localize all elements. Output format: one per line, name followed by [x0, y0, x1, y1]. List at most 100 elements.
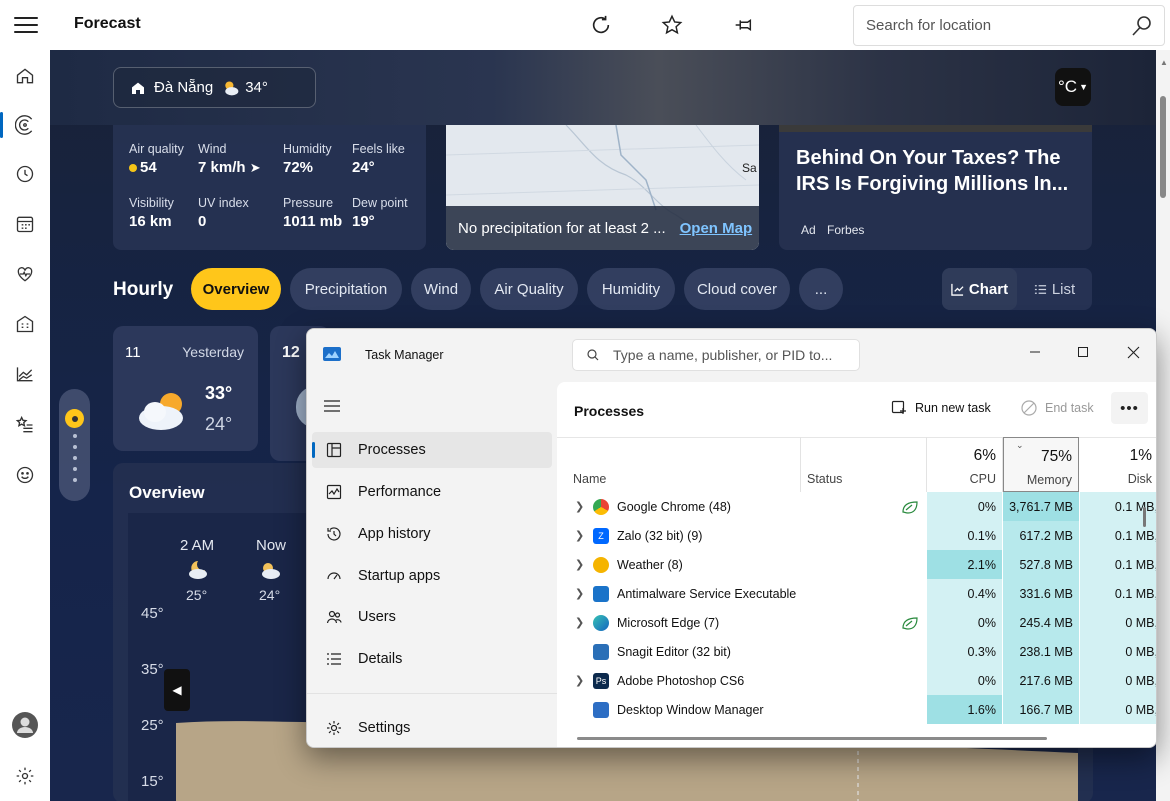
- news-headline[interactable]: Behind On Your Taxes? The IRS Is Forgivi…: [796, 145, 1086, 197]
- process-name-cell: Snagit Editor (32 bit): [575, 637, 800, 666]
- end-task-button[interactable]: End task: [1021, 400, 1094, 416]
- heart-health-icon[interactable]: [13, 262, 37, 286]
- tab-wind[interactable]: Wind: [411, 268, 471, 310]
- nav-users[interactable]: Users: [312, 599, 552, 635]
- trends-chart-icon[interactable]: [13, 362, 37, 386]
- task-manager-titlebar[interactable]: Task Manager: [307, 329, 1156, 379]
- expand-chevron-icon[interactable]: ❯: [575, 500, 593, 513]
- process-search-input[interactable]: [613, 347, 853, 363]
- maximize-icon[interactable]: [1067, 337, 1099, 367]
- tab-humidity[interactable]: Humidity: [587, 268, 675, 310]
- column-name[interactable]: Name: [557, 437, 801, 492]
- smiley-feedback-icon[interactable]: [13, 463, 37, 487]
- pin-icon[interactable]: [728, 10, 758, 40]
- run-new-task-button[interactable]: Run new task: [891, 400, 991, 416]
- process-name-cell: Desktop Window Manager: [575, 695, 800, 724]
- scrollbar-thumb[interactable]: [1160, 96, 1166, 198]
- nav-processes[interactable]: Processes: [312, 432, 552, 468]
- settings-gear-icon: [324, 718, 344, 738]
- tab-cloud-cover[interactable]: Cloud cover: [684, 268, 790, 310]
- column-cpu[interactable]: 6% CPU: [927, 437, 1003, 492]
- open-map-link[interactable]: Open Map: [680, 220, 753, 237]
- minimize-icon[interactable]: [1019, 337, 1051, 367]
- expand-chevron-icon[interactable]: ❯: [575, 558, 593, 571]
- process-search[interactable]: [572, 339, 860, 371]
- table-row[interactable]: Snagit Editor (32 bit) 0.3% 238.1 MB 0 MB,: [557, 637, 1156, 666]
- nav-app-history[interactable]: App history: [312, 516, 552, 552]
- table-row[interactable]: ❯ Z Zalo (32 bit) (9) 0.1% 617.2 MB 0.1 MB,: [557, 521, 1156, 550]
- process-rows: ❯ Google Chrome (48) 0% 3,761.7 MB 0.1 MB, ❯ Z…: [557, 492, 1156, 737]
- expand-chevron-icon[interactable]: ❯: [575, 587, 593, 600]
- desktop: Forecast Search for location Đà Nẵng 34°…: [0, 0, 1170, 801]
- process-table: Name Status 6% CPU ⌄ 75% Memory 1% Disk: [557, 437, 1156, 737]
- temperature-unit-toggle[interactable]: °C ▼: [1055, 68, 1091, 106]
- close-icon[interactable]: [1117, 337, 1149, 367]
- task-manager-navigation: Processes Performance App history Startu…: [307, 379, 557, 747]
- processes-toolbar: Processes Run new task End task •••: [557, 382, 1156, 437]
- sun-icon[interactable]: [65, 409, 84, 428]
- table-row[interactable]: ❯ Microsoft Edge (7) 0% 245.4 MB 0 MB,: [557, 608, 1156, 637]
- search-icon[interactable]: [1130, 14, 1154, 43]
- table-horizontal-scrollbar[interactable]: [577, 737, 1047, 740]
- process-name-cell: ❯ Ps Adobe Photoshop CS6: [575, 666, 800, 695]
- scroll-left-button[interactable]: ◀: [164, 669, 190, 711]
- expand-chevron-icon[interactable]: ❯: [575, 674, 593, 687]
- table-row[interactable]: Desktop Window Manager 1.6% 166.7 MB 0 MB,: [557, 695, 1156, 724]
- process-name: Weather (8): [617, 557, 683, 572]
- process-name: Google Chrome (48): [617, 499, 731, 514]
- list-view-button[interactable]: List: [1017, 268, 1092, 310]
- expand-chevron-icon[interactable]: ❯: [575, 529, 593, 542]
- location-pill[interactable]: Đà Nẵng 34°: [113, 67, 316, 108]
- tab-precipitation[interactable]: Precipitation: [290, 268, 402, 310]
- metric-humidity: Humidity 72%: [283, 142, 332, 176]
- table-scroll-thumb[interactable]: [1143, 507, 1146, 527]
- calendar-icon[interactable]: [13, 212, 37, 236]
- nav-menu-icon[interactable]: [323, 399, 341, 418]
- nav-startup-apps[interactable]: Startup apps: [312, 558, 552, 594]
- radar-icon[interactable]: [13, 113, 37, 137]
- tab-overview[interactable]: Overview: [191, 268, 281, 310]
- menu-icon[interactable]: [14, 14, 38, 36]
- clock-icon[interactable]: [13, 162, 37, 186]
- table-row[interactable]: ❯ Antimalware Service Executable 0.4% 331.6…: [557, 579, 1156, 608]
- cpu-cell: 1.6%: [927, 695, 1002, 724]
- account-avatar-icon[interactable]: [12, 712, 38, 738]
- scroll-up-arrow-icon[interactable]: ▲: [1160, 58, 1168, 67]
- precipitation-map-card[interactable]: Sa No precipitation for at least 2 ... O…: [446, 125, 759, 250]
- column-disk[interactable]: 1% Disk: [1079, 437, 1156, 492]
- metric-feels-like: Feels like 24°: [352, 142, 405, 176]
- day-number: 11: [125, 344, 141, 361]
- list-icon: [1034, 283, 1047, 296]
- disk-cell: 0.1 MB,: [1080, 550, 1156, 579]
- tab-air-quality[interactable]: Air Quality: [480, 268, 578, 310]
- news-ad-card[interactable]: Behind On Your Taxes? The IRS Is Forgivi…: [779, 125, 1092, 250]
- process-name: Zalo (32 bit) (9): [617, 528, 703, 543]
- favorites-list-icon[interactable]: [13, 413, 37, 437]
- chart-view-button[interactable]: Chart: [942, 268, 1017, 310]
- table-row[interactable]: ❯ Google Chrome (48) 0% 3,761.7 MB 0.1 MB,: [557, 492, 1156, 521]
- nav-settings[interactable]: Settings: [312, 710, 552, 746]
- day-card-yesterday[interactable]: 11 Yesterday 33° 24°: [113, 326, 258, 451]
- favorite-star-icon[interactable]: [657, 10, 687, 40]
- more-options-icon[interactable]: •••: [1111, 392, 1148, 424]
- table-row[interactable]: ❯ Ps Adobe Photoshop CS6 0% 217.6 MB 0 MB,: [557, 666, 1156, 695]
- home-icon[interactable]: [13, 64, 37, 88]
- table-row[interactable]: ❯ Weather (8) 2.1% 527.8 MB 0.1 MB,: [557, 550, 1156, 579]
- column-status[interactable]: Status: [801, 437, 927, 492]
- building-icon[interactable]: [13, 312, 37, 336]
- expand-chevron-icon[interactable]: ❯: [575, 616, 593, 629]
- run-task-icon: [891, 400, 907, 416]
- dark-mode-moon-icon[interactable]: [799, 10, 829, 40]
- tab-more[interactable]: ...: [799, 268, 843, 310]
- nav-details[interactable]: Details: [312, 641, 552, 677]
- location-search[interactable]: [853, 5, 1165, 46]
- map-caption-text: No precipitation for at least 2 ...: [458, 219, 666, 237]
- efficiency-leaf-icon: [901, 616, 919, 630]
- refresh-icon[interactable]: [586, 10, 616, 40]
- location-search-input[interactable]: [866, 17, 1116, 34]
- time-slider[interactable]: [59, 389, 90, 501]
- nav-performance[interactable]: Performance: [312, 474, 552, 510]
- settings-gear-icon[interactable]: [13, 764, 37, 788]
- column-memory[interactable]: ⌄ 75% Memory: [1003, 437, 1079, 492]
- main-vertical-scrollbar[interactable]: ▲: [1156, 50, 1170, 801]
